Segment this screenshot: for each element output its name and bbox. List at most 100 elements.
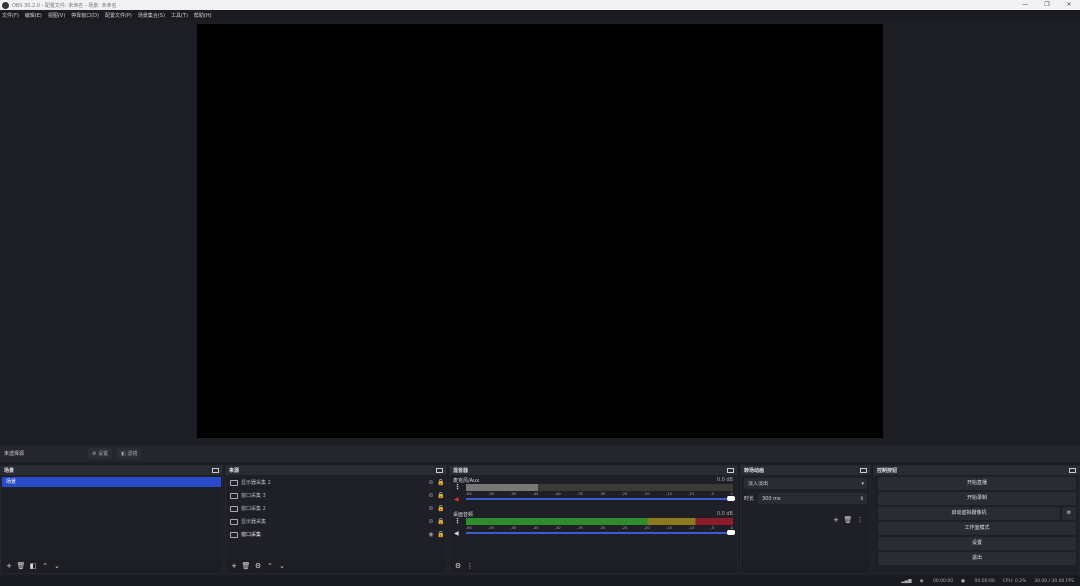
menu-help[interactable]: 帮助(H)	[194, 12, 212, 19]
eye-icon[interactable]: ◉	[426, 531, 436, 538]
meter-tick-label: -35	[577, 526, 583, 530]
speaker-icon[interactable]: ◀	[454, 530, 459, 537]
menu-tools[interactable]: 工具(T)	[171, 12, 188, 19]
transitions-title: 转场动画	[744, 468, 765, 474]
maximize-icon[interactable]: ❐	[1036, 0, 1058, 10]
meter-tick-label: -45	[532, 526, 539, 530]
volume-meter	[466, 522, 733, 525]
menu-profile[interactable]: 配置文件(P)	[105, 12, 132, 19]
volume-slider[interactable]	[466, 498, 731, 500]
record-time: ● 00:00:00	[961, 578, 995, 584]
lock-icon[interactable]: 🔒	[436, 505, 446, 512]
undock-icon[interactable]	[860, 468, 867, 473]
preview-area	[0, 20, 1080, 444]
duration-label: 时长	[744, 496, 755, 502]
lock-icon[interactable]: 🔒	[436, 479, 446, 486]
studio-mode-button[interactable]: 工作室模式	[878, 522, 1076, 535]
mixer-channel-mic: 麦克风/Aux 0.0 dB ⋮ -60 -55 -50 -45 -40 -35 -30 -2…	[450, 477, 737, 509]
move-down-icon[interactable]: ⌄	[277, 561, 287, 571]
filters-button[interactable]: ◧ 滤镜	[117, 448, 142, 459]
meter-tick-label: -5	[710, 492, 715, 496]
monitor-icon	[230, 479, 238, 486]
sources-title: 来源	[229, 468, 240, 474]
duration-spinbox[interactable]: 300 ms ⇕	[758, 493, 867, 504]
move-up-icon[interactable]: ⌃	[40, 561, 50, 571]
menu-docks[interactable]: 停靠窗口(D)	[71, 12, 99, 19]
scenes-dock: 场景 场景 + 🗑 ◧ ⌃ ⌄	[0, 465, 223, 574]
eye-hidden-icon[interactable]: ⊘	[426, 492, 436, 499]
volume-slider[interactable]	[466, 532, 731, 534]
source-item[interactable]: 窗口采集 2 ⊘ 🔒	[226, 502, 446, 515]
spin-arrows-icon: ⇕	[859, 495, 864, 502]
window-icon	[230, 531, 238, 538]
eye-hidden-icon[interactable]: ⊘	[426, 505, 436, 512]
volume-slider-handle[interactable]	[727, 496, 735, 501]
sources-list: 显示器采集 2 ⊘ 🔒 窗口采集 3 ⊘ 🔒 窗口采集 2 ⊘ 🔒 显示器采集 ⊘ 🔒 窗口采集…	[226, 475, 446, 559]
add-scene-icon[interactable]: +	[4, 561, 14, 571]
undock-icon[interactable]	[212, 468, 219, 473]
source-item[interactable]: 显示器采集 ⊘ 🔒	[226, 515, 446, 528]
source-item[interactable]: 窗口采集 ◉ 🔒	[226, 528, 446, 541]
close-icon[interactable]: ✕	[1058, 0, 1080, 10]
title-bar: OBS 30.2.0 - 配置文件: 未命名 - 场景: 未命名 — ❐ ✕	[0, 0, 1080, 10]
menu-view[interactable]: 视图(V)	[48, 12, 65, 19]
meter-tick-label: -50	[510, 526, 517, 530]
channel-db: 0.0 dB	[716, 477, 733, 483]
window-icon	[230, 505, 238, 512]
window-title: OBS 30.2.0 - 配置文件: 未命名 - 场景: 未命名	[12, 2, 117, 9]
menu-file[interactable]: 文件(F)	[2, 12, 19, 19]
start-virtual-camera-button[interactable]: 启动虚拟摄像机	[878, 507, 1060, 520]
undock-icon[interactable]	[436, 468, 443, 473]
start-recording-button[interactable]: 开始录制	[878, 492, 1076, 505]
speaker-muted-icon[interactable]: ◀	[454, 496, 459, 503]
scenes-list: 场景	[1, 475, 222, 559]
menu-scene-collection[interactable]: 场景集合(S)	[138, 12, 165, 19]
add-source-icon[interactable]: +	[229, 561, 239, 571]
more-options-icon[interactable]: ⋮	[454, 517, 461, 525]
move-up-icon[interactable]: ⌃	[265, 561, 275, 571]
lock-icon[interactable]: 🔒	[436, 531, 446, 538]
move-down-icon[interactable]: ⌄	[52, 561, 62, 571]
monitor-icon	[230, 518, 238, 525]
menu-edit[interactable]: 编辑(E)	[25, 12, 42, 19]
scene-filters-icon[interactable]: ◧	[28, 561, 38, 571]
audio-settings-icon[interactable]: ⚙	[453, 561, 463, 571]
more-options-icon[interactable]: ⋮	[454, 483, 461, 491]
remove-source-icon[interactable]: 🗑	[241, 561, 251, 571]
fps-readout: 30.00 / 30.00 FPS	[1034, 578, 1074, 584]
transition-menu-icon[interactable]: ⋮	[854, 515, 866, 525]
source-item[interactable]: 窗口采集 3 ⊘ 🔒	[226, 489, 446, 502]
undock-icon[interactable]	[1069, 468, 1076, 473]
virtual-camera-settings-icon[interactable]: ⚙	[1062, 507, 1076, 520]
add-transition-icon[interactable]: +	[830, 515, 842, 525]
start-streaming-button[interactable]: 开始直播	[878, 477, 1076, 490]
controls-body: 开始直播 开始录制 启动虚拟摄像机 ⚙ 工作室模式 设置 退出	[874, 475, 1079, 573]
scene-item[interactable]: 场景	[2, 477, 221, 487]
minimize-icon[interactable]: —	[1014, 0, 1036, 10]
meter-ticks: -60 -55 -50 -45 -40 -35 -30 -25 -20 -15 -10 -5 0	[466, 526, 733, 531]
mixer-title: 混音器	[453, 468, 469, 474]
meter-tick-label: -55	[488, 526, 494, 530]
mixer-menu-icon[interactable]: ⋮	[465, 561, 475, 571]
exit-button[interactable]: 退出	[878, 552, 1076, 565]
preview-canvas[interactable]	[197, 24, 883, 438]
eye-hidden-icon[interactable]: ⊘	[426, 479, 436, 486]
remove-transition-icon[interactable]: 🗑	[842, 515, 854, 525]
source-item[interactable]: 显示器采集 2 ⊘ 🔒	[226, 476, 446, 489]
meter-tick-label: -25	[621, 526, 628, 530]
properties-button[interactable]: ⚙ 设置	[88, 448, 113, 459]
transition-select[interactable]: 淡入淡出 ▾	[744, 478, 867, 489]
dropdown-arrow-icon: ▾	[861, 480, 864, 487]
meter-tick-label: -10	[688, 526, 695, 530]
lock-icon[interactable]: 🔒	[436, 492, 446, 499]
meter-tick-label: -15	[666, 492, 672, 496]
meter-tick-label: -50	[510, 492, 517, 496]
lock-icon[interactable]: 🔒	[436, 518, 446, 525]
undock-icon[interactable]	[727, 468, 734, 473]
meter-tick-label: -35	[577, 492, 583, 496]
remove-scene-icon[interactable]: 🗑	[16, 561, 26, 571]
volume-slider-handle[interactable]	[727, 530, 735, 535]
settings-button[interactable]: 设置	[878, 537, 1076, 550]
source-properties-icon[interactable]: ⚙	[253, 561, 263, 571]
eye-hidden-icon[interactable]: ⊘	[426, 518, 436, 525]
